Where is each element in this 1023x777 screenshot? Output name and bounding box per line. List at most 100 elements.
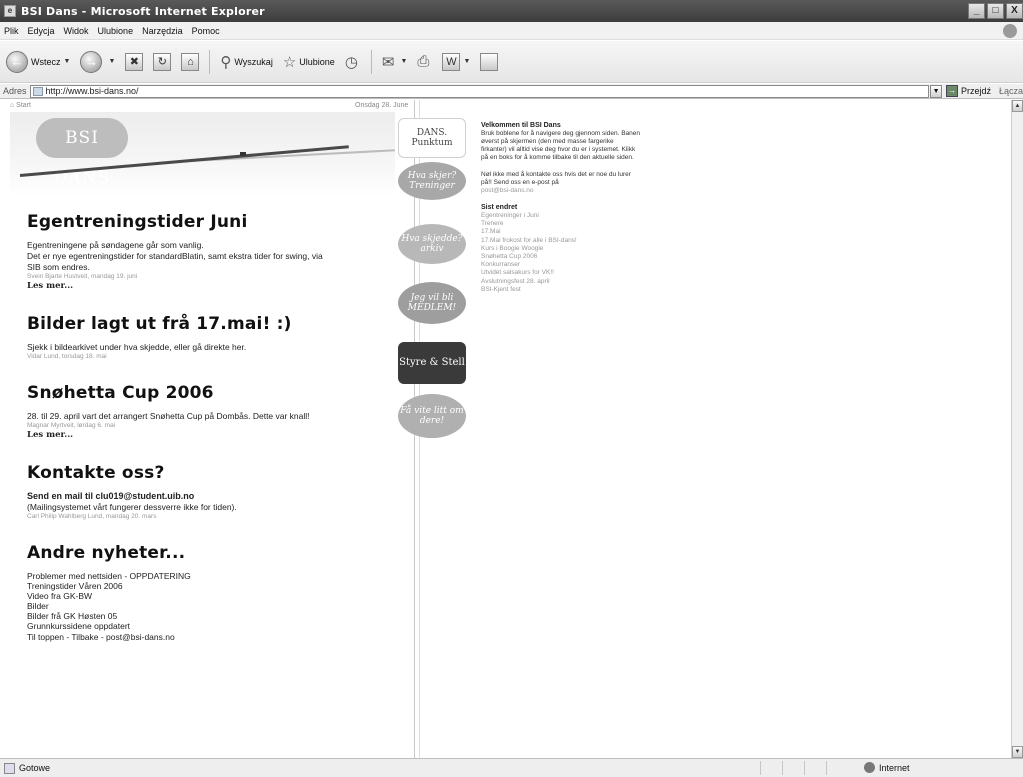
- window-controls: _ □ X: [966, 3, 1023, 19]
- go-button[interactable]: → Przejdź: [945, 85, 991, 97]
- close-button[interactable]: X: [1006, 3, 1023, 19]
- other-news-item[interactable]: Bilder: [27, 601, 387, 611]
- read-more-link[interactable]: Les mer...: [27, 281, 387, 292]
- go-arrow-icon: →: [945, 85, 958, 97]
- other-news-item[interactable]: Problemer med nettsiden - OPPDATERING: [27, 571, 387, 581]
- scroll-down-icon[interactable]: ▼: [1012, 746, 1023, 758]
- refresh-button[interactable]: ↻: [153, 52, 172, 71]
- menu-favorites[interactable]: Ulubione: [98, 26, 134, 36]
- menu-edit[interactable]: Edycja: [28, 26, 55, 36]
- security-zone[interactable]: Internet: [864, 762, 910, 773]
- recent-item[interactable]: BSI-Kjent fest: [481, 286, 641, 294]
- stop-button[interactable]: ✖: [125, 52, 144, 71]
- article-body: Egentreningene på søndagene går som vanl…: [27, 240, 204, 250]
- footer-links[interactable]: Til toppen - Tilbake - post@bsi-dans.no: [27, 632, 387, 642]
- other-news-item[interactable]: Bilder frå GK Høsten 05: [27, 611, 387, 621]
- address-url: http://www.bsi-dans.no/: [45, 85, 139, 96]
- home-button[interactable]: ⌂: [181, 52, 200, 71]
- address-input[interactable]: http://www.bsi-dans.no/: [29, 84, 930, 98]
- read-more-link[interactable]: Les mer...: [27, 430, 387, 441]
- menu-tools[interactable]: Narzędzia: [142, 26, 183, 36]
- links-button[interactable]: Łącza: [999, 86, 1023, 96]
- history-icon: ◷: [344, 53, 358, 71]
- contact-email-link[interactable]: post@bsi-dans.no: [481, 187, 641, 195]
- discuss-button[interactable]: [480, 52, 499, 71]
- contact-email-line[interactable]: Send en mail til clu019@student.uib.no: [27, 491, 387, 502]
- recent-item[interactable]: Avslutningsfest 28. april: [481, 278, 641, 286]
- recent-list: Egentreninger i Juni Trenere 17.Mai 17.M…: [481, 212, 641, 294]
- favorites-button[interactable]: ☆ Ulubione: [283, 53, 335, 71]
- welcome-title: Velkommen til BSI Dans: [481, 122, 561, 129]
- edit-button[interactable]: W ▼: [442, 52, 470, 71]
- breadcrumb[interactable]: ⌂ Start: [10, 102, 31, 109]
- recent-item[interactable]: Trenere: [481, 220, 641, 228]
- history-button[interactable]: ◷: [345, 53, 361, 71]
- bubble-dans-punktum[interactable]: DANS. Punktum: [398, 118, 466, 158]
- status-cell: [782, 761, 804, 775]
- recent-item[interactable]: Konkurranser: [481, 261, 641, 269]
- welcome-text: Bruk boblene for å navigere deg gjennom …: [481, 130, 640, 161]
- address-bar: Adres http://www.bsi-dans.no/ ▼ → Przejd…: [0, 84, 1023, 99]
- other-news-item[interactable]: Video fra GK-BW: [27, 591, 387, 601]
- stop-icon: ✖: [125, 52, 144, 71]
- minimize-button[interactable]: _: [968, 3, 985, 19]
- status-cell: [760, 761, 782, 775]
- edit-dropdown-icon[interactable]: ▼: [463, 58, 470, 65]
- recent-item[interactable]: Kurs i Boogie Woogie: [481, 245, 641, 253]
- maximize-button[interactable]: □: [987, 3, 1004, 19]
- recent-item[interactable]: 17.Mai frokost for alle i BSI-dans!: [481, 237, 641, 245]
- recent-item[interactable]: Utvidet salsakurs for VK!!: [481, 269, 641, 277]
- bubble-styre-stell[interactable]: Styre & Stell: [398, 342, 466, 384]
- menu-bar: Plik Edycja Widok Ulubione Narzędzia Pom…: [0, 22, 1023, 40]
- bubble-hva-skjer[interactable]: Hva skjer? Treninger: [398, 162, 466, 200]
- article-meta: Vidar Lund, torsdag 18. mai: [27, 353, 107, 360]
- article-meta: Magnar Myrtveit, lørdag 6. mai: [27, 422, 116, 429]
- article-body: (Mailingsystemet vårt fungerer dessverre…: [27, 502, 237, 512]
- recent-item[interactable]: Snøhetta Cup 2006: [481, 253, 641, 261]
- forward-dropdown-icon[interactable]: ▼: [108, 58, 115, 65]
- other-news-item[interactable]: Treningstider Våren 2006: [27, 581, 387, 591]
- mail-icon: ✉: [381, 53, 395, 71]
- status-bar: Gotowe Internet: [0, 758, 1023, 777]
- address-label: Adres: [3, 86, 27, 96]
- article-title[interactable]: Snøhetta Cup 2006: [27, 383, 387, 403]
- ie-window-icon[interactable]: e: [4, 5, 16, 17]
- bubble-navigation: DANS. Punktum Hva skjer? Treninger Hva s…: [398, 100, 468, 758]
- menu-view[interactable]: Widok: [64, 26, 89, 36]
- globe-icon: [864, 762, 875, 773]
- article-title[interactable]: Egentreningstider Juni: [27, 212, 387, 232]
- mail-button[interactable]: ✉ ▼: [382, 53, 408, 71]
- article-meta: Carl Philip Wahlberg Lund, mandag 20. ma…: [27, 513, 157, 520]
- news-article: Kontakte oss? Send en mail til clu019@st…: [27, 463, 387, 521]
- search-button[interactable]: ⚲ Wyszukaj: [220, 53, 272, 71]
- site-banner: BSI DANS: [10, 112, 395, 197]
- site-logo[interactable]: BSI DANS: [36, 118, 128, 188]
- bubble-bli-medlem[interactable]: Jeg vil bli MEDLEM!: [398, 282, 466, 324]
- other-news-item[interactable]: Grunnkurssidene oppdatert: [27, 621, 387, 631]
- back-dropdown-icon[interactable]: ▼: [64, 58, 71, 65]
- print-icon: ⎙: [417, 53, 430, 70]
- article-title[interactable]: Bilder lagt ut frå 17.mai! :): [27, 314, 387, 334]
- title-bar: e BSI Dans - Microsoft Internet Explorer…: [0, 0, 1023, 22]
- article-title[interactable]: Kontakte oss?: [27, 463, 387, 483]
- article-meta: Svein Bjarte Hustveit, mandag 19. juni: [27, 273, 138, 280]
- address-dropdown-icon[interactable]: ▼: [930, 84, 942, 98]
- vertical-scrollbar[interactable]: ▲ ▼: [1011, 100, 1023, 758]
- banner-mark: [240, 152, 246, 156]
- news-article: Bilder lagt ut frå 17.mai! :) Sjekk i bi…: [27, 314, 387, 361]
- menu-help[interactable]: Pomoc: [192, 26, 220, 36]
- bubble-om-dere[interactable]: Få vite litt om dere!: [398, 394, 466, 438]
- print-button[interactable]: ⎙: [417, 53, 432, 70]
- recent-item[interactable]: Egentreninger i Juni: [481, 212, 641, 220]
- bubble-hva-skjedde[interactable]: Hva skjedde? arkiv: [398, 224, 466, 264]
- menu-file[interactable]: Plik: [4, 26, 19, 36]
- recent-item[interactable]: 17.Mai: [481, 228, 641, 236]
- home-icon: ⌂: [181, 52, 200, 71]
- refresh-icon: ↻: [153, 52, 172, 71]
- back-arrow-icon: ←: [6, 50, 28, 73]
- forward-button[interactable]: → ▼: [80, 50, 115, 73]
- mail-dropdown-icon[interactable]: ▼: [400, 58, 407, 65]
- scroll-up-icon[interactable]: ▲: [1012, 100, 1023, 112]
- back-button[interactable]: ← Wstecz ▼: [6, 50, 71, 73]
